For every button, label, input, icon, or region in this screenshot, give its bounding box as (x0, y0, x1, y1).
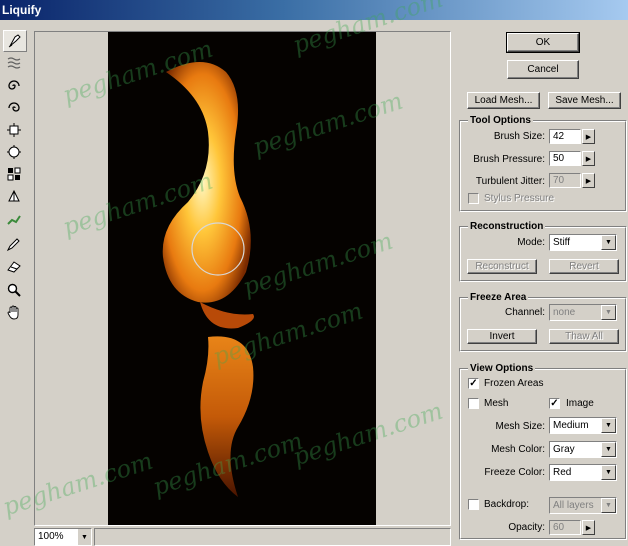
group-title: Reconstruction (468, 221, 546, 232)
mesh-size-select[interactable]: Medium ▼ (549, 417, 617, 434)
title-bar: Liquify (0, 0, 628, 20)
image-label: Image (566, 398, 594, 409)
brush-size-label: Brush Size: (493, 131, 545, 142)
mesh-color-value: Gray (553, 444, 575, 455)
backdrop-checkbox[interactable] (468, 499, 479, 510)
brush-size-field[interactable]: 42 (549, 129, 581, 144)
image-checkbox[interactable]: ✓ (549, 398, 560, 409)
brush-pressure-label: Brush Pressure: (473, 154, 545, 165)
freeze-color-select[interactable]: Red ▼ (549, 464, 617, 481)
chevron-down-icon[interactable]: ▼ (77, 529, 91, 545)
reconstruct-tool-icon[interactable] (3, 210, 25, 230)
thaw-tool-icon[interactable] (3, 256, 25, 276)
thaw-all-button[interactable]: Thaw All (549, 329, 619, 344)
chevron-down-icon[interactable]: ▼ (601, 442, 616, 457)
mesh-size-label: Mesh Size: (495, 421, 545, 432)
invert-button[interactable]: Invert (467, 329, 537, 344)
group-title: Tool Options (468, 115, 533, 126)
mode-select[interactable]: Stiff ▼ (549, 234, 617, 251)
ok-button[interactable]: OK (506, 32, 580, 53)
channel-select[interactable]: none ▼ (549, 304, 617, 321)
opacity-field[interactable]: 60 (549, 520, 581, 535)
preview-area[interactable] (34, 31, 451, 526)
revert-button[interactable]: Revert (549, 259, 619, 274)
mode-value: Stiff (553, 237, 571, 248)
stylus-pressure-checkbox[interactable] (468, 193, 479, 204)
status-bar (94, 528, 451, 546)
chevron-down-icon[interactable]: ▼ (601, 418, 616, 433)
chevron-down-icon[interactable]: ▼ (601, 465, 616, 480)
flame-image (162, 62, 254, 497)
turbulent-jitter-field[interactable]: 70 (549, 173, 581, 188)
mesh-checkbox[interactable] (468, 398, 479, 409)
save-mesh-button[interactable]: Save Mesh... (548, 92, 621, 109)
cancel-button[interactable]: Cancel (507, 60, 579, 79)
frozen-areas-checkbox[interactable]: ✓ (468, 378, 479, 389)
freeze-tool-icon[interactable] (3, 234, 25, 254)
chevron-down-icon[interactable]: ▼ (601, 498, 616, 513)
pucker-tool-icon[interactable] (3, 120, 25, 140)
chevron-right-icon[interactable]: ▶ (582, 151, 595, 166)
brush-pressure-field[interactable]: 50 (549, 151, 581, 166)
chevron-right-icon[interactable]: ▶ (582, 520, 595, 535)
group-title: Freeze Area (468, 292, 529, 303)
turbulent-jitter-label: Turbulent Jitter: (475, 176, 545, 187)
zoom-value: 100% (38, 531, 64, 542)
mesh-color-label: Mesh Color: (491, 444, 545, 455)
stylus-pressure-label: Stylus Pressure (484, 193, 555, 204)
group-title: View Options (468, 363, 536, 374)
load-mesh-button[interactable]: Load Mesh... (467, 92, 540, 109)
hand-tool-icon[interactable] (3, 302, 25, 322)
mode-label: Mode: (517, 237, 545, 248)
channel-value: none (553, 307, 576, 318)
mesh-label: Mesh (484, 398, 509, 409)
chevron-right-icon[interactable]: ▶ (582, 173, 595, 188)
reflection-tool-icon[interactable] (3, 186, 25, 206)
twirl-clockwise-icon[interactable] (3, 76, 25, 96)
chevron-down-icon[interactable]: ▼ (601, 305, 616, 320)
zoom-select[interactable]: 100% ▼ (34, 528, 92, 546)
freeze-color-value: Red (553, 467, 572, 478)
backdrop-label: Backdrop: (484, 499, 530, 510)
mesh-color-select[interactable]: Gray ▼ (549, 441, 617, 458)
turbulence-tool-icon[interactable] (3, 52, 25, 72)
checkmark-icon: ✓ (469, 378, 478, 389)
warp-tool-icon[interactable] (3, 30, 27, 52)
freeze-color-label: Freeze Color: (484, 467, 545, 478)
checkmark-icon: ✓ (550, 398, 559, 409)
frozen-areas-label: Frozen Areas (484, 378, 544, 389)
zoom-tool-icon[interactable] (3, 280, 25, 300)
backdrop-select[interactable]: All layers ▼ (549, 497, 617, 514)
image-canvas[interactable] (108, 32, 376, 525)
mesh-size-value: Medium (553, 420, 589, 431)
twirl-counterclockwise-icon[interactable] (3, 98, 25, 118)
chevron-down-icon[interactable]: ▼ (601, 235, 616, 250)
reconstruct-button[interactable]: Reconstruct (467, 259, 537, 274)
chevron-right-icon[interactable]: ▶ (582, 129, 595, 144)
bloat-tool-icon[interactable] (3, 142, 25, 162)
opacity-label: Opacity: (508, 522, 545, 533)
window-title: Liquify (2, 3, 42, 17)
backdrop-value: All layers (553, 500, 594, 511)
channel-label: Channel: (504, 307, 545, 318)
shift-pixels-icon[interactable] (3, 164, 25, 184)
